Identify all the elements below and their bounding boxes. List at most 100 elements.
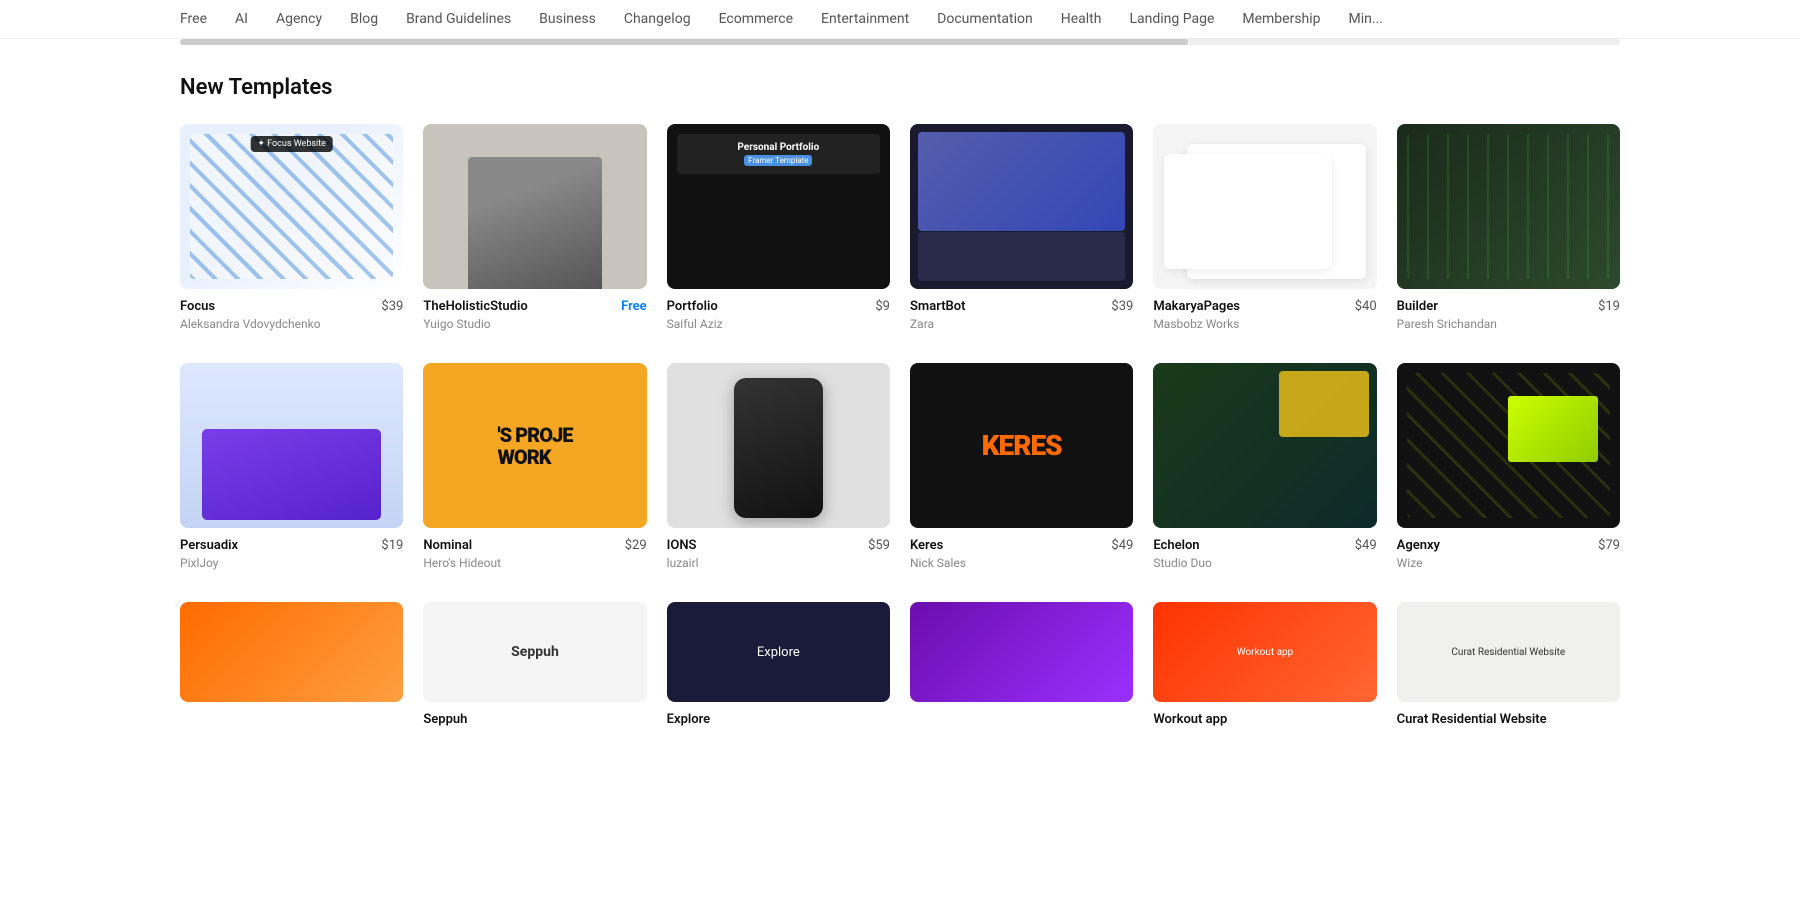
nav-bar: Free AI Agency Blog Brand Guidelines Business… [0,0,1800,39]
card-info-persuadix: Persuadix$19 [180,538,403,553]
card-thumb-curat: Curat Residential Website [1397,602,1620,702]
template-card-builder[interactable]: Builder$19 Paresh Srichandan [1397,124,1620,331]
card-thumb-focus: ✦ Focus Website [180,124,403,289]
template-card-agenxy[interactable]: Agenxy $79 Wize [1397,363,1620,570]
nav-item-ai[interactable]: AI [235,11,248,27]
card-thumb-persuadix [180,363,403,528]
template-grid-row3: SeppuhSeppuhExploreExploreWorkout appWor… [180,602,1620,727]
nav-item-free[interactable]: Free [180,11,207,27]
nav-item-agency[interactable]: Agency [276,11,322,27]
template-card-orange[interactable] [180,602,403,727]
card-thumb-keres: KERES [910,363,1133,528]
card-info-focus: Focus $39 [180,299,403,314]
card-author-builder: Paresh Srichandan [1397,317,1620,331]
card-thumb-theholisticstudio [423,124,646,289]
card-author-ions: luzairl [667,556,890,570]
template-card-portfolio[interactable]: Personal PortfolioFramer Template Portfol… [667,124,890,331]
card-author-focus: Aleksandra Vdovydchenko [180,317,403,331]
card-name-persuadix: Persuadix [180,538,238,553]
template-card-purple[interactable] [910,602,1133,727]
card-thumb-smartbot [910,124,1133,289]
card-name-keres: Keres [910,538,943,553]
template-card-nominal[interactable]: 'S PROJEWORKNominal$29Hero's Hideout [423,363,646,570]
card-thumb-nominal: 'S PROJEWORK [423,363,646,528]
card-price-focus: $39 [381,299,403,314]
card-name-makaryapages: MakaryaPages [1153,299,1240,314]
card-price-smartbot: $39 [1111,299,1133,314]
card-thumb-builder [1397,124,1620,289]
card-thumb-explore: Explore [667,602,890,702]
card-info-explore: Explore [667,712,890,727]
card-price-ions: $59 [868,538,890,553]
nav-item-ecommerce[interactable]: Ecommerce [719,11,793,27]
nav-item-business[interactable]: Business [539,11,596,27]
nav-item-landing-page[interactable]: Landing Page [1129,11,1214,27]
template-card-focus[interactable]: ✦ Focus Website Focus $39 Aleksandra Vdovyd… [180,124,403,331]
template-card-seppuh[interactable]: Seppuh Seppuh [423,602,646,727]
card-author-agenxy: Wize [1397,556,1620,570]
card-price-builder: $19 [1598,299,1620,314]
template-card-theholisticstudio[interactable]: TheHolisticStudio Free Yuigo Studio [423,124,646,331]
card-author-portfolio: Saiful Aziz [667,317,890,331]
card-info-ions: IONS $59 [667,538,890,553]
nav-item-changelog[interactable]: Changelog [624,11,691,27]
card-info-theholisticstudio: TheHolisticStudio Free [423,299,646,314]
template-card-echelon[interactable]: Echelon $49 Studio Duo [1153,363,1376,570]
card-info-seppuh: Seppuh [423,712,646,727]
card-author-echelon: Studio Duo [1153,556,1376,570]
card-thumb-agenxy [1397,363,1620,528]
template-grid-row2: Persuadix$19PixlJoy'S PROJEWORK Nominal$2… [180,363,1620,570]
template-card-ions[interactable]: IONS $59 luzairl [667,363,890,570]
card-price-echelon: $49 [1355,538,1377,553]
nav-item-entertainment[interactable]: Entertainment [821,11,909,27]
card-author-smartbot: Zara [910,317,1133,331]
template-card-makaryapages[interactable]: MakaryaPages$40Masbobz Works [1153,124,1376,331]
nav-item-health[interactable]: Health [1061,11,1102,27]
nav-item-brand-guidelines[interactable]: Brand Guidelines [406,11,511,27]
card-thumb-orange [180,602,403,702]
card-thumb-portfolio: Personal PortfolioFramer Template [667,124,890,289]
nav-item-documentation[interactable]: Documentation [937,11,1033,27]
card-info-smartbot: SmartBot $39 [910,299,1133,314]
template-card-workout[interactable]: Workout appWorkout app [1153,602,1376,727]
card-author-theholisticstudio: Yuigo Studio [423,317,646,331]
card-thumb-ions [667,363,890,528]
card-name-agenxy: Agenxy [1397,538,1440,553]
card-price-makaryapages: $40 [1355,299,1377,314]
template-card-persuadix[interactable]: Persuadix$19PixlJoy [180,363,403,570]
template-card-smartbot[interactable]: SmartBot $39 Zara [910,124,1133,331]
card-thumb-workout: Workout app [1153,602,1376,702]
card-name-curat: Curat Residential Website [1397,712,1547,727]
card-info-echelon: Echelon $49 [1153,538,1376,553]
nav-item-membership[interactable]: Membership [1242,11,1320,27]
card-thumb-seppuh: Seppuh [423,602,646,702]
card-name-echelon: Echelon [1153,538,1199,553]
main-content: New Templates ✦ Focus Website Focus $39 Ale… [0,75,1800,727]
card-author-keres: Nick Sales [910,556,1133,570]
nav-item-blog[interactable]: Blog [350,11,378,27]
card-thumb-echelon [1153,363,1376,528]
card-name-portfolio: Portfolio [667,299,718,314]
scroll-thumb[interactable] [180,39,1188,45]
card-name-smartbot: SmartBot [910,299,966,314]
card-name-ions: IONS [667,538,697,553]
card-info-curat: Curat Residential Website [1397,712,1620,727]
card-info-makaryapages: MakaryaPages $40 [1153,299,1376,314]
nav-item-min[interactable]: Min... [1349,11,1383,27]
template-card-explore[interactable]: Explore Explore [667,602,890,727]
card-price-portfolio: $9 [875,299,890,314]
card-info-nominal: Nominal$29 [423,538,646,553]
card-name-theholisticstudio: TheHolisticStudio [423,299,527,314]
template-card-keres[interactable]: KERES Keres$49 Nick Sales [910,363,1133,570]
card-info-keres: Keres$49 [910,538,1133,553]
card-info-builder: Builder$19 [1397,299,1620,314]
template-card-curat[interactable]: Curat Residential Website Curat Residenti… [1397,602,1620,727]
card-name-focus: Focus [180,299,215,314]
scroll-track[interactable] [180,39,1620,45]
card-price-theholisticstudio: Free [621,299,647,314]
card-price-nominal: $29 [625,538,647,553]
card-info-portfolio: Portfolio $9 [667,299,890,314]
section-title: New Templates [180,75,1620,100]
card-thumb-purple [910,602,1133,702]
card-price-agenxy: $79 [1598,538,1620,553]
